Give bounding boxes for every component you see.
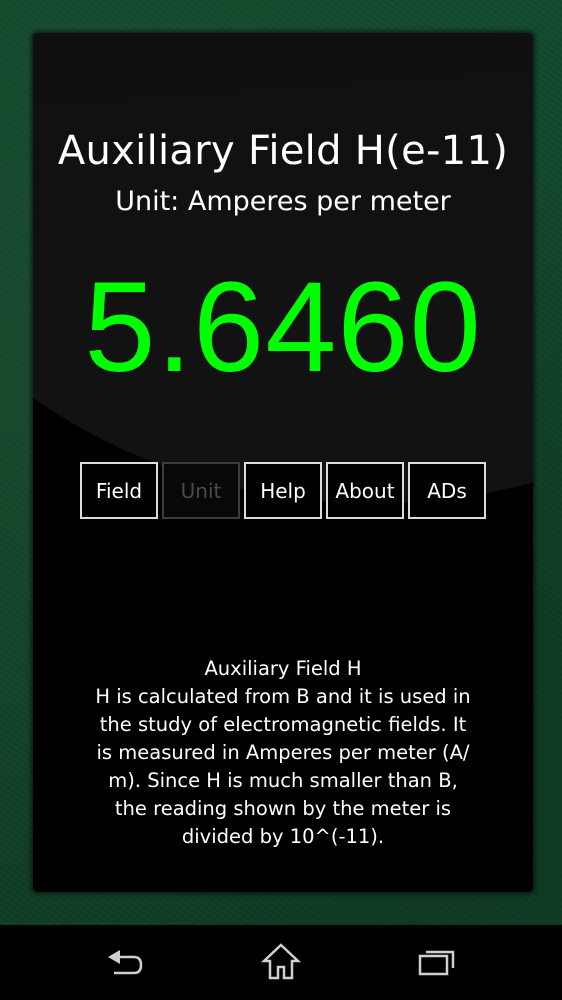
app-background: Auxiliary Field H(e-11) Unit: Amperes pe…	[0, 0, 562, 925]
system-nav-bar	[0, 925, 562, 1000]
field-description: Auxiliary Field H H is calculated from B…	[73, 655, 493, 851]
description-line: m). Since H is much smaller than B,	[108, 769, 458, 792]
recents-button[interactable]	[397, 937, 477, 987]
meter-panel: Auxiliary Field H(e-11) Unit: Amperes pe…	[33, 33, 533, 892]
description-line: H is calculated from B and it is used in	[95, 685, 471, 708]
about-button[interactable]: About	[326, 462, 404, 519]
ads-button[interactable]: ADs	[408, 462, 486, 519]
field-button[interactable]: Field	[80, 462, 158, 519]
field-title: Auxiliary Field H(e-11)	[57, 128, 509, 174]
home-button[interactable]	[241, 937, 321, 987]
back-button[interactable]	[86, 937, 166, 987]
unit-button: Unit	[162, 462, 240, 519]
back-icon	[108, 950, 143, 975]
help-button[interactable]: Help	[244, 462, 322, 519]
description-line: divided by 10^(-11).	[181, 825, 385, 848]
toolbar: Field Unit Help About ADs	[80, 462, 486, 519]
home-icon	[261, 943, 301, 980]
description-line: the study of electromagnetic fields. It	[99, 713, 467, 736]
unit-label: Unit: Amperes per meter	[115, 186, 451, 217]
description-heading: Auxiliary Field H	[204, 657, 362, 680]
meter-reading: 5.6460	[84, 256, 482, 399]
recents-icon	[418, 950, 455, 976]
description-line: is measured in Amperes per meter (A/	[96, 741, 470, 764]
description-line: the reading shown by the meter is	[114, 797, 452, 820]
